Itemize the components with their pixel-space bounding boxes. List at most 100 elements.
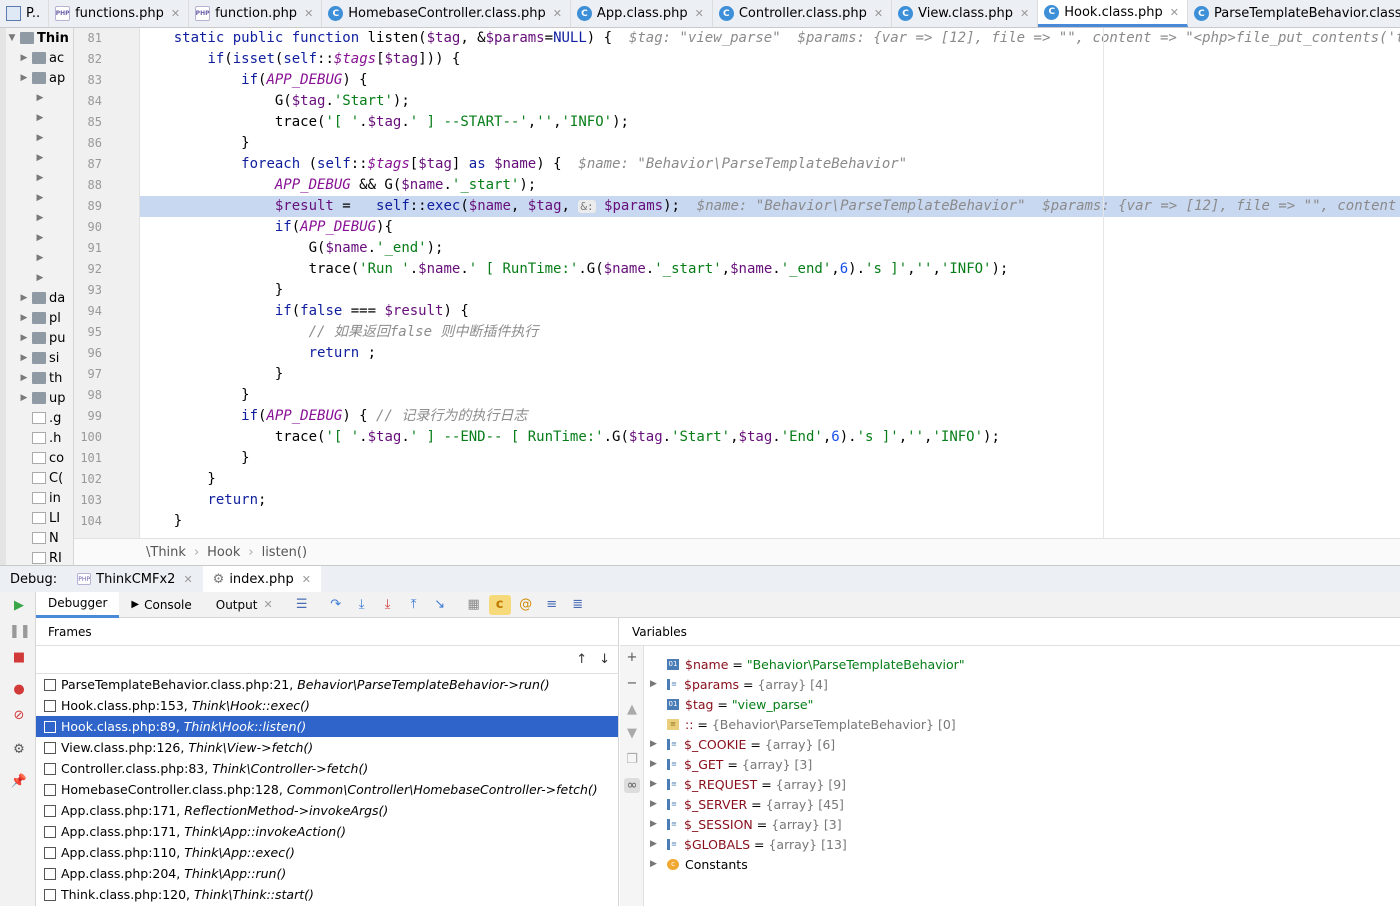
chevron-right-icon[interactable]: ▶ [650,839,662,849]
pause-icon[interactable]: ❚❚ [9,622,31,642]
glasses-icon[interactable]: ∞ [624,778,640,793]
chevron-right-icon[interactable]: ▶ [650,679,662,689]
view-breakpoints-icon[interactable]: ● [9,680,29,700]
list-icon[interactable]: ≡ [541,595,563,615]
project-tree-item[interactable]: ▶ [6,188,73,208]
chevron-right-icon[interactable]: ▶ [650,859,662,869]
close-icon[interactable]: ✕ [302,573,311,586]
arrow-down-icon[interactable]: ↓ [599,652,610,667]
add-icon[interactable]: + [624,650,640,665]
stack-frame[interactable]: App.class.php:171, ReflectionMethod->inv… [36,800,618,821]
project-tree-item[interactable]: ▶ [6,268,73,288]
stack-frame[interactable]: View.class.php:126, Think\View->fetch() [36,737,618,758]
move-down-icon[interactable]: ▼ [624,726,640,741]
project-tree-item[interactable]: ▶ [6,228,73,248]
variable-row[interactable]: ▶ ≡ $_SESSION = {array} [3] [650,814,842,834]
variable-row[interactable]: ▶ c Constants [650,854,748,874]
run-to-cursor-icon[interactable]: ↘ [429,595,451,615]
editor-tab[interactable]: C HomebaseController.class.php ✕ [322,0,571,27]
variable-row[interactable]: 01 $name = "Behavior\ParseTemplateBehavio… [650,654,965,674]
project-root[interactable]: ▼ Thin [6,28,73,48]
editor-tab[interactable]: PHP functions.php ✕ [49,0,190,27]
chevron-right-icon[interactable]: ▶ [650,739,662,749]
project-tree-item[interactable]: N [6,528,73,548]
tab-console[interactable]: ▶ Console [119,592,203,618]
mute-breakpoints-icon[interactable]: ⊘ [9,706,29,726]
step-into-icon[interactable]: ⤓ [351,595,373,615]
debug-session-tab-index[interactable]: ⚙ index.php ✕ [202,565,321,593]
stack-frame[interactable]: Hook.class.php:89, Think\Hook::listen() [36,716,618,737]
stack-frame[interactable]: ParseTemplateBehavior.class.php:21, Beha… [36,674,618,695]
stack-frame[interactable]: Controller.class.php:83, Think\Controlle… [36,758,618,779]
variable-row[interactable]: ▶ ≡ $params = {array} [4] [650,674,828,694]
breadcrumb-class[interactable]: Hook [207,545,240,560]
menu-icon[interactable]: ☰ [291,595,313,615]
stack-frame[interactable]: Hook.class.php:153, Think\Hook::exec() [36,695,618,716]
project-tree-item[interactable]: ▶ ac [6,48,73,68]
close-icon[interactable]: ✕ [695,7,704,20]
stack-frame[interactable]: App.class.php:110, Think\App::exec() [36,842,618,863]
code-editor[interactable]: static public function listen($tag, &$pa… [140,28,1400,538]
project-tree-item[interactable]: ▶ pl [6,308,73,328]
debug-session-tab-thinkcmf[interactable]: PHP ThinkCMFx2 ✕ [67,566,203,593]
editor-tab[interactable]: CParseTemplateBehavior.class.php✕ [1188,0,1400,27]
project-tree-item[interactable]: .g [6,408,73,428]
close-icon[interactable]: ✕ [1020,7,1029,20]
remove-icon[interactable]: − [624,676,640,691]
close-icon[interactable]: ✕ [874,7,883,20]
close-icon[interactable]: ✕ [171,7,180,20]
project-tree-item[interactable]: ▶ th [6,368,73,388]
settings-icon[interactable]: ⚙ [9,740,29,760]
editor-tab[interactable]: PHP function.php ✕ [189,0,323,27]
add-watch-icon[interactable]: ≣ [567,595,589,615]
project-tree-item[interactable]: ▶ [6,208,73,228]
variable-row[interactable]: ▶ ≡ $GLOBALS = {array} [13] [650,834,847,854]
variable-row[interactable]: ≡:: = {Behavior\ParseTemplateBehavior} [… [650,714,956,734]
variable-row[interactable]: ▶ ≡ $_GET = {array} [3] [650,754,812,774]
class-filter-icon[interactable]: c [488,594,511,615]
editor-tab[interactable]: C Hook.class.php ✕ [1038,0,1188,27]
stack-frame[interactable]: App.class.php:204, Think\App::run() [36,863,618,884]
force-step-into-icon[interactable]: ⤓ [377,595,399,615]
project-tree-item[interactable]: LI [6,508,73,528]
chevron-right-icon[interactable]: ▶ [650,819,662,829]
watch-icon[interactable]: @ [515,595,537,615]
chevron-right-icon[interactable]: ▶ [650,779,662,789]
stop-icon[interactable]: ■ [9,648,29,668]
project-tree-item[interactable]: ▶ [6,108,73,128]
arrow-up-icon[interactable]: ↑ [576,652,587,667]
variable-row[interactable]: ▶ ≡ $_COOKIE = {array} [6] [650,734,835,754]
stack-frame[interactable]: HomebaseController.class.php:128, Common… [36,779,618,800]
project-tree-item[interactable]: C( [6,468,73,488]
project-tree-item[interactable]: RI [6,548,73,565]
editor-tab[interactable]: C Controller.class.php ✕ [713,0,893,27]
editor-tab[interactable]: C View.class.php ✕ [892,0,1039,27]
breadcrumb-method[interactable]: listen() [262,545,307,560]
close-icon[interactable]: ✕ [263,598,272,611]
project-tree-item[interactable]: in [6,488,73,508]
move-up-icon[interactable]: ▲ [624,702,640,717]
tab-debugger[interactable]: Debugger [36,591,120,618]
editor-tab[interactable]: C App.class.php ✕ [571,0,713,27]
close-icon[interactable]: ✕ [553,7,562,20]
copy-icon[interactable]: ❐ [624,752,640,767]
stack-frame[interactable]: App.class.php:171, Think\App::invokeActi… [36,821,618,842]
close-icon[interactable]: ✕ [183,573,192,586]
project-tree-item[interactable]: ▶ si [6,348,73,368]
project-tree-item[interactable]: ▶ [6,88,73,108]
close-icon[interactable]: ✕ [304,7,313,20]
variable-row[interactable]: ▶ ≡ $_SERVER = {array} [45] [650,794,844,814]
pin-icon[interactable]: 📌 [9,772,29,792]
project-tree-item[interactable]: ▶ up [6,388,73,408]
breadcrumb-namespace[interactable]: \Think [146,545,186,560]
step-over-icon[interactable]: ↷ [325,595,347,615]
close-icon[interactable]: ✕ [1170,6,1179,19]
project-tree-item[interactable]: .h [6,428,73,448]
step-out-icon[interactable]: ⤒ [403,595,425,615]
evaluate-icon[interactable]: ▦ [463,595,485,615]
project-tree-item[interactable]: ▶ [6,128,73,148]
tab-output[interactable]: Output ✕ [204,592,285,618]
variable-row[interactable]: ▶ ≡ $_REQUEST = {array} [9] [650,774,846,794]
project-tree-item[interactable]: ▶ [6,248,73,268]
stack-frame[interactable]: Think.class.php:120, Think\Think::start(… [36,884,618,905]
